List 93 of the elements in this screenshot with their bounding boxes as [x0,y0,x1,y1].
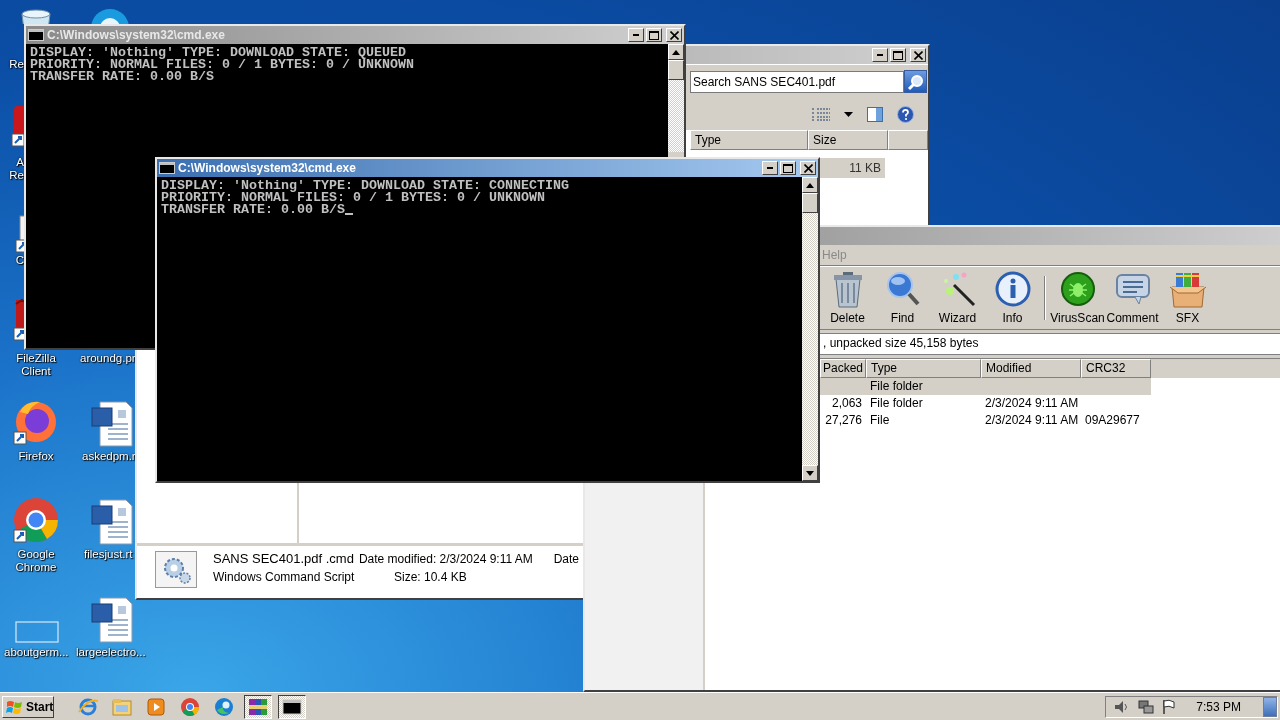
browser-icon [213,695,235,718]
maximize-button[interactable] [646,28,662,42]
document-icon[interactable] [88,596,136,644]
table-cell-text: 2,063 [830,395,863,412]
date-modified: Date modified: 2/3/2024 9:11 AM [358,552,533,566]
up-arrow-icon [672,49,680,55]
console-icon [159,162,175,174]
toolbar-button[interactable]: Delete [820,269,875,327]
icon-label: Re [9,58,24,71]
flag-icon[interactable] [1162,698,1177,715]
taskbar-button[interactable] [278,694,306,719]
toolbar-button[interactable]: SFX [1160,269,1215,327]
document-icon[interactable] [88,498,136,546]
maximize-icon [649,30,659,40]
toolbar-button[interactable]: VirusScan [1050,269,1105,327]
console-line: TRANSFER RATE: 0.00 B/S [30,71,215,83]
details-label: Date [553,552,579,566]
minimize-icon [767,167,773,169]
window-title: C:\Windows\system32\cmd.exe [47,28,225,42]
table-cell-text: 2/3/2024 9:11 AM [984,395,1080,412]
close-icon [913,50,923,60]
clock: 7:53 PM [1196,699,1241,714]
scroll-up-button[interactable] [802,177,818,193]
up-arrow-icon [806,182,814,188]
toolbar-button[interactable]: Wizard [930,269,985,327]
close-icon [803,163,813,173]
column-header[interactable]: Type [866,359,981,378]
help-icon[interactable] [897,105,914,123]
icon-label: Firefox [17,450,55,463]
table-cell[interactable]: 11 KB [820,158,885,178]
console-line: PRIORITY: NORMAL FILES: 0 / 1 BYTES: 0 / UNKNOWN [30,59,415,71]
minimize-button[interactable] [628,28,644,42]
minimize-button[interactable] [762,161,778,175]
column-header[interactable]: Packed [820,359,866,378]
icon-label: aboutgerm... [4,646,69,659]
down-arrow-icon [806,470,814,476]
column-header[interactable]: Size [808,130,888,150]
file-type: Windows Command Script [213,570,356,584]
windows-logo-icon [6,698,24,715]
preview-pane-icon[interactable] [867,106,883,122]
table-cell-text: 09A29677 [1084,412,1141,429]
minimize-icon [877,54,883,56]
scrollbar-thumb[interactable] [802,193,818,213]
file-size: Size: 10.4 KB [394,570,467,584]
console-line: PRIORITY: NORMAL FILES: 0 / 1 BYTES: 0 / UNKNOWN [161,192,546,204]
icon-label: A Re [8,156,24,182]
close-button[interactable] [800,161,816,175]
icon-label: Google Chrome [14,548,58,574]
close-icon [669,30,679,40]
table-cell-text: File folder [869,378,924,395]
document-icon[interactable] [88,400,136,448]
network-icon[interactable] [1138,698,1155,715]
close-button[interactable] [910,48,926,62]
column-header[interactable]: Modified [981,359,1081,378]
maximize-icon [893,50,903,60]
console-line: DISPLAY: 'Nothing' TYPE: DOWNLOAD STATE: CONNECTING [161,180,570,192]
console-line: DISPLAY: 'Nothing' TYPE: DOWNLOAD STATE: QUEUED [30,47,406,59]
console-icon [28,29,44,41]
icon-label: aroundg.pr [80,352,136,365]
table-cell-text: 27,276 [824,412,863,429]
icon-label: askedpm.r [82,450,136,463]
minimize-button[interactable] [872,48,888,62]
minimize-icon [633,34,639,36]
caret-icon[interactable] [844,111,853,117]
console-line: TRANSFER RATE: 0.00 B/S [161,204,345,216]
window-title: C:\Windows\system32\cmd.exe [178,161,356,175]
search-icon [906,72,925,91]
start-button[interactable]: Start [2,695,54,718]
table-cell-text: File folder [869,395,924,412]
file-name: SANS SEC401.pdf .cmd [213,551,354,566]
table-cell-text: File [869,412,891,429]
scrollbar-thumb[interactable] [668,60,684,80]
maximize-button[interactable] [890,48,906,62]
maximize-button[interactable] [780,161,796,175]
browser-icon[interactable] [12,496,60,544]
gear-file-icon [155,551,197,588]
taskbar-button[interactable] [244,694,272,719]
close-button[interactable] [666,28,682,42]
icon-label: FileZilla Client [15,352,57,378]
toolbar-button[interactable]: Comment [1105,269,1160,327]
column-header[interactable]: Type [690,130,808,150]
icon-label: C [15,254,24,267]
icon-label: filesjust.rt [84,548,133,561]
toolbar-button[interactable]: Info [985,269,1040,327]
scroll-down-button[interactable] [802,465,818,481]
table-cell-text: 2/3/2024 9:11 AM [984,412,1080,429]
maximize-icon [783,163,793,173]
icon-label: largeelectro... [76,646,146,659]
search-button[interactable] [904,70,927,93]
toolbar-button[interactable]: Find [875,269,930,327]
search-field[interactable]: Search SANS SEC401.pdf [690,70,904,93]
scroll-up-button[interactable] [668,44,684,60]
column-header[interactable]: CRC32 [1081,359,1151,378]
